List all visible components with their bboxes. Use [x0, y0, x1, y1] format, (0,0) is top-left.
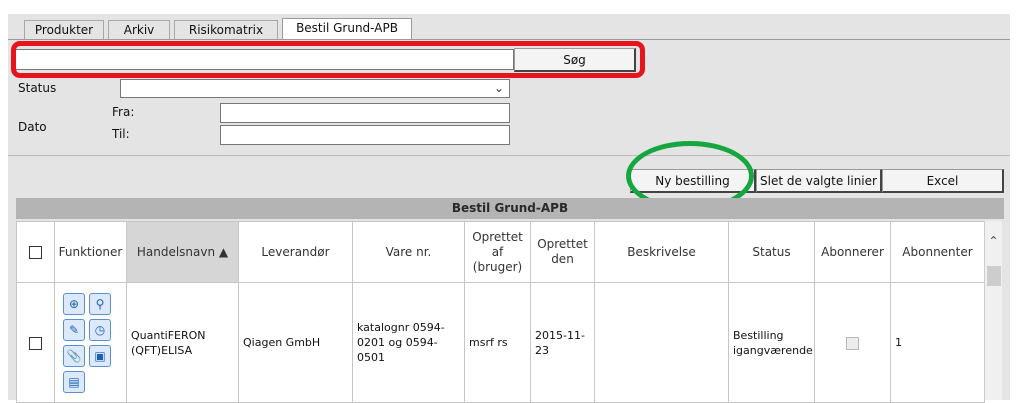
card-icon[interactable]: ▣ [89, 344, 111, 367]
col-funktioner: Funktioner [54, 221, 127, 283]
chevron-down-icon: ⌄ [493, 81, 504, 95]
attachment-icon[interactable]: 📎 [63, 344, 85, 367]
section-divider [8, 155, 1010, 156]
col-abonnerer[interactable]: Abonnerer [814, 221, 891, 283]
col-status[interactable]: Status [728, 221, 815, 283]
col-oprettet-den[interactable]: Oprettet den [530, 221, 595, 283]
status-cell: Bestilling igangværende [728, 282, 815, 403]
col-handelsnavn[interactable]: Handelsnavn ▲ [126, 221, 239, 283]
col-vare-nr[interactable]: Vare nr. [352, 221, 465, 283]
tab-arkiv[interactable]: Arkiv [108, 20, 170, 40]
tab-divider [8, 39, 1010, 40]
date-to-input[interactable] [220, 125, 510, 145]
search-input[interactable] [12, 49, 514, 70]
date-from-label: Fra: [112, 105, 135, 119]
created-on-cell: 2015-11-23 [530, 282, 595, 403]
vertical-scrollbar[interactable]: ⌃ [984, 221, 1002, 400]
excel-button[interactable]: Excel [882, 169, 1004, 193]
functions-cell: ⊕ ⚲ ✎ ◷ 📎 ▣ ▤ [54, 282, 127, 403]
table-row: ⊕ ⚲ ✎ ◷ 📎 ▣ ▤ QuantiFERON (QFT)ELISA Qia… [16, 282, 985, 403]
col-beskrivelse[interactable]: Beskrivelse [594, 221, 729, 283]
col-abonnenter[interactable]: Abonnenter [890, 221, 985, 283]
date-to-label: Til: [112, 127, 130, 141]
date-from-input[interactable] [220, 103, 510, 123]
search-button[interactable]: Søg [514, 48, 636, 72]
scrollbar-thumb[interactable] [987, 266, 1001, 286]
status-select[interactable]: ⌄ [120, 79, 510, 98]
item-no-cell: katalognr 0594-0201 og 0594-0501 [352, 282, 465, 403]
main-panel: Produkter Arkiv Risikomatrix Bestil Grun… [8, 14, 1010, 403]
description-cell [594, 282, 729, 403]
history-icon[interactable]: ◷ [89, 318, 111, 341]
table-header-row: Funktioner Handelsnavn ▲ Leverandør Vare… [16, 221, 985, 283]
document-edit-icon[interactable]: ▤ [63, 370, 85, 393]
tab-produkter[interactable]: Produkter [24, 20, 104, 40]
edit-icon[interactable]: ✎ [63, 318, 85, 341]
subscribe-checkbox [846, 336, 859, 350]
subscribers-cell: 1 [890, 282, 985, 403]
new-order-button[interactable]: Ny bestilling [630, 169, 756, 193]
zoom-in-icon[interactable]: ⊕ [63, 292, 85, 315]
tradename-cell: QuantiFERON (QFT)ELISA [126, 282, 239, 403]
chevron-up-icon[interactable]: ⌃ [985, 233, 1002, 249]
status-label: Status [18, 81, 57, 95]
delete-selected-button[interactable]: Slet de valgte linier [756, 169, 882, 193]
subscribe-cell [814, 282, 891, 403]
created-by-cell: msrf rs [464, 282, 531, 403]
row-checkbox[interactable] [29, 336, 42, 350]
tab-bestil-grund-apb[interactable]: Bestil Grund-APB [282, 18, 412, 40]
select-all-cell [16, 221, 55, 283]
col-oprettet-af[interactable]: Oprettet af (bruger) [464, 221, 531, 283]
grid-title: Bestil Grund-APB [16, 198, 1004, 219]
col-leverandor[interactable]: Leverandør [238, 221, 353, 283]
date-label: Dato [18, 120, 47, 134]
supplier-cell: Qiagen GmbH [238, 282, 353, 403]
tab-bar: Produkter Arkiv Risikomatrix Bestil Grun… [8, 14, 1010, 40]
row-select-cell [16, 282, 55, 403]
search-icon[interactable]: ⚲ [89, 292, 111, 315]
select-all-checkbox[interactable] [29, 245, 42, 259]
tab-risikomatrix[interactable]: Risikomatrix [174, 20, 278, 40]
orders-table: Funktioner Handelsnavn ▲ Leverandør Vare… [16, 221, 985, 403]
